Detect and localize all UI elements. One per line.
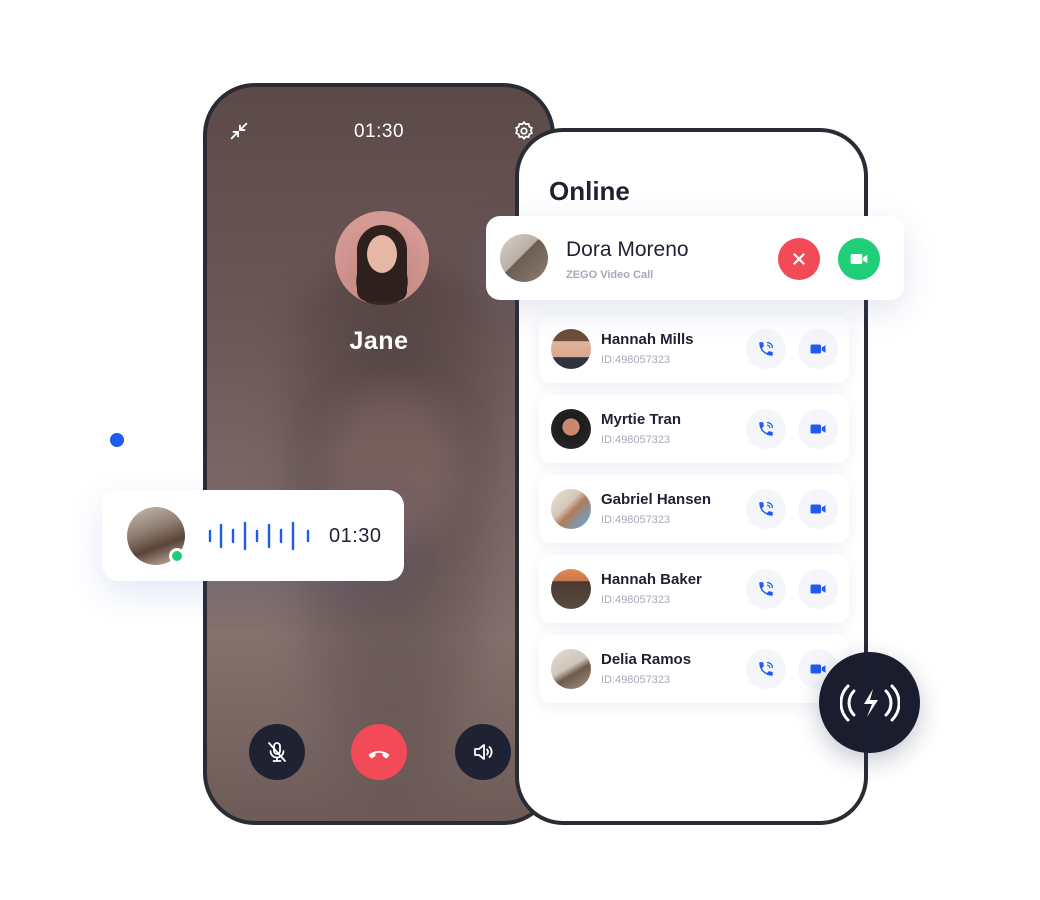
decline-button[interactable]	[778, 238, 820, 280]
phone-icon	[759, 502, 773, 516]
phone-hangup-icon	[368, 750, 390, 759]
call-timer: 01:30	[353, 121, 405, 142]
video-call-button[interactable]	[798, 409, 838, 449]
accept-video-button[interactable]	[838, 238, 880, 280]
contact-name: Hannah Baker	[601, 571, 702, 588]
caller-name: Jane	[349, 327, 409, 355]
contact-item[interactable]: Myrtie Tran ID:498057323	[539, 395, 849, 463]
video-call-button[interactable]	[798, 569, 838, 609]
contact-name: Gabriel Hansen	[601, 491, 712, 508]
contact-id: ID:498057323	[601, 594, 671, 606]
avatar	[551, 489, 591, 529]
contact-name: Myrtie Tran	[601, 411, 682, 428]
video-camera-icon	[850, 254, 868, 264]
voice-call-button[interactable]	[746, 489, 786, 529]
incoming-call-card[interactable]: Dora Moreno ZEGO Video Call	[486, 216, 904, 300]
voice-message-card[interactable]: 01:30	[102, 490, 404, 581]
incoming-call-type: ZEGO Video Call	[566, 269, 654, 281]
video-call-button[interactable]	[798, 329, 838, 369]
caller-avatar	[335, 211, 429, 305]
contact-id: ID:498057323	[601, 434, 671, 446]
phone-icon	[759, 662, 773, 676]
phone-icon	[759, 342, 773, 356]
incoming-caller-name: Dora Moreno	[566, 238, 689, 261]
hangup-button[interactable]	[351, 724, 407, 780]
voice-call-button[interactable]	[746, 569, 786, 609]
contact-item[interactable]: Hannah Mills ID:498057323	[539, 315, 849, 383]
mic-off-icon	[268, 742, 286, 762]
contact-name: Hannah Mills	[601, 331, 694, 348]
call-screen: 01:30 Jane	[203, 83, 555, 825]
avatar	[551, 409, 591, 449]
voice-call-button[interactable]	[746, 329, 786, 369]
contact-item[interactable]: Gabriel Hansen ID:498057323	[539, 475, 849, 543]
avatar	[551, 329, 591, 369]
speaker-icon	[474, 744, 493, 760]
contact-id: ID:498057323	[601, 514, 671, 526]
broadcast-icon	[819, 652, 920, 753]
avatar	[500, 234, 548, 282]
page-title: Online	[549, 176, 630, 206]
mute-button[interactable]	[249, 724, 305, 780]
voice-call-button[interactable]	[746, 409, 786, 449]
avatar	[551, 569, 591, 609]
video-camera-icon	[810, 664, 826, 674]
contact-id: ID:498057323	[601, 674, 671, 686]
phone-icon	[759, 422, 773, 436]
video-call-button[interactable]	[798, 489, 838, 529]
contact-name: Delia Ramos	[601, 651, 692, 668]
decorative-dot	[110, 433, 124, 447]
waveform-icon	[208, 521, 310, 551]
contact-id: ID:498057323	[601, 354, 671, 366]
online-status-dot	[169, 548, 185, 564]
video-camera-icon	[810, 504, 826, 514]
video-camera-icon	[810, 424, 826, 434]
voice-call-button[interactable]	[746, 649, 786, 689]
phone-icon	[759, 582, 773, 596]
video-camera-icon	[810, 584, 826, 594]
contact-item[interactable]: Delia Ramos ID:498057323	[539, 635, 849, 703]
contact-item[interactable]: Hannah Baker ID:498057323	[539, 555, 849, 623]
video-camera-icon	[810, 344, 826, 354]
speaker-button[interactable]	[455, 724, 511, 780]
avatar	[551, 649, 591, 689]
close-icon	[793, 253, 805, 265]
voice-duration: 01:30	[329, 525, 382, 547]
